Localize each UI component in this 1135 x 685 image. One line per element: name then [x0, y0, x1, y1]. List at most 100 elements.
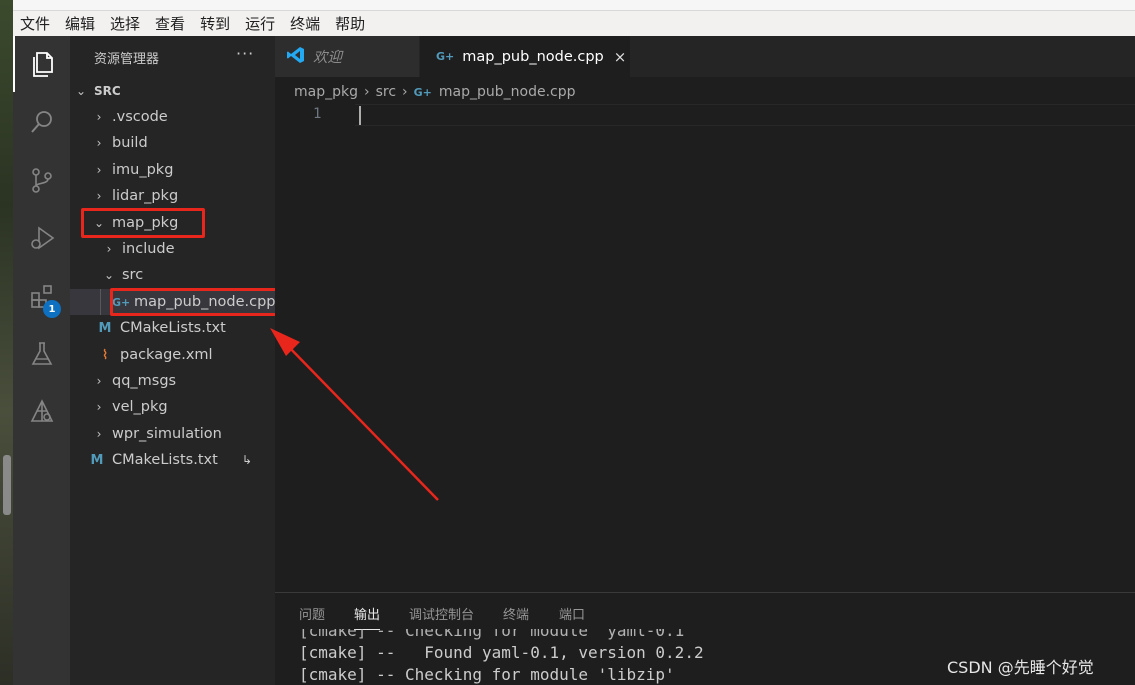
chevron-right-icon: ›	[96, 400, 102, 414]
indent-guide	[100, 289, 101, 315]
current-line-highlight	[355, 104, 1135, 126]
tab-ports[interactable]: 端口	[559, 604, 585, 623]
testing-icon	[31, 342, 52, 365]
source-control-icon	[31, 168, 52, 193]
highlight-box-map-pkg	[81, 208, 205, 238]
breadcrumb-item[interactable]: map_pkg	[294, 84, 358, 100]
tree-label: package.xml	[120, 347, 213, 363]
search-icon	[30, 111, 52, 133]
ros-activity-button[interactable]	[13, 384, 70, 440]
chevron-right-icon: ›	[96, 189, 102, 203]
tree-folder-wpr-simulation[interactable]: › wpr_simulation	[70, 421, 275, 447]
xml-file-icon: ⌇	[101, 347, 109, 363]
ros-icon	[30, 399, 53, 422]
breadcrumb-item[interactable]: src	[376, 84, 396, 100]
run-debug-activity-button[interactable]	[13, 210, 70, 266]
tab-debug-console[interactable]: 调试控制台	[409, 604, 474, 623]
run-debug-icon	[30, 226, 54, 250]
menu-file[interactable]: 文件	[13, 13, 58, 34]
tree-folder-qq-msgs[interactable]: › qq_msgs	[70, 368, 275, 394]
menu-run[interactable]: 运行	[238, 13, 283, 34]
tab-output[interactable]: 输出	[354, 604, 381, 630]
tree-label: vel_pkg	[112, 399, 168, 415]
tree-file-cmakelists-map-pkg[interactable]: M CMakeLists.txt	[70, 315, 275, 341]
tree-label: src	[122, 267, 144, 283]
line-number: 1	[313, 106, 322, 122]
menu-bar: 文件 编辑 选择 查看 转到 运行 终端 帮助	[13, 10, 1135, 36]
desktop-background	[0, 0, 13, 685]
search-activity-button[interactable]	[13, 94, 70, 150]
tree-folder-imu-pkg[interactable]: › imu_pkg	[70, 157, 275, 183]
extensions-badge: 1	[43, 300, 61, 318]
breadcrumb: map_pkg › src › G+ map_pub_node.cpp	[294, 81, 576, 103]
source-control-activity-button[interactable]	[13, 152, 70, 208]
chevron-right-icon: ›	[96, 110, 102, 124]
menu-go[interactable]: 转到	[193, 13, 238, 34]
cmake-file-icon: M	[90, 452, 104, 468]
desktop-scroll-handle	[3, 455, 11, 515]
activity-bar: 1	[13, 36, 70, 685]
tree-folder-build[interactable]: › build	[70, 130, 275, 156]
tree-folder-vel-pkg[interactable]: › vel_pkg	[70, 394, 275, 420]
close-icon[interactable]: ×	[614, 48, 627, 66]
tab-map-pub-node[interactable]: G+ map_pub_node.cpp ×	[420, 36, 630, 77]
tree-folder-include[interactable]: › include	[70, 236, 275, 262]
tree-label: wpr_simulation	[112, 426, 222, 442]
explorer-sidebar: 资源管理器 ··· ⌄ SRC › .vscode › build › imu_…	[70, 36, 276, 685]
tree-label: lidar_pkg	[112, 188, 179, 204]
tree-file-package-xml[interactable]: ⌇ package.xml	[70, 342, 275, 368]
extensions-activity-button[interactable]: 1	[13, 268, 70, 324]
testing-activity-button[interactable]	[13, 326, 70, 382]
tree-label: qq_msgs	[112, 373, 177, 389]
cpp-file-icon: G+	[413, 85, 432, 99]
tab-problems[interactable]: 问题	[299, 604, 325, 623]
vscode-logo-icon	[287, 46, 305, 68]
tab-terminal[interactable]: 终端	[503, 604, 529, 623]
breadcrumb-item[interactable]: map_pub_node.cpp	[439, 84, 576, 100]
tree-folder-vscode[interactable]: › .vscode	[70, 104, 275, 130]
menu-view[interactable]: 查看	[148, 13, 193, 34]
chevron-right-icon: ›	[96, 374, 102, 388]
tree-folder-lidar-pkg[interactable]: › lidar_pkg	[70, 183, 275, 209]
tab-welcome[interactable]: 欢迎	[275, 36, 419, 77]
window-top-strip	[13, 0, 1135, 10]
menu-edit[interactable]: 编辑	[58, 13, 103, 34]
more-actions-icon[interactable]: ···	[236, 44, 254, 63]
cpp-file-icon: G+	[436, 50, 455, 63]
tree-folder-src[interactable]: ⌄ src	[70, 262, 275, 288]
explorer-activity-button[interactable]	[13, 36, 70, 92]
chevron-right-icon: ›	[106, 242, 112, 256]
chevron-right-icon: ›	[402, 84, 408, 100]
tree-label: imu_pkg	[112, 162, 174, 178]
cmake-file-icon: M	[98, 320, 112, 336]
chevron-right-icon: ›	[96, 163, 102, 177]
files-icon	[32, 52, 53, 77]
tree-label: build	[112, 135, 148, 151]
explorer-title: 资源管理器	[94, 52, 160, 67]
tree-label: .vscode	[112, 109, 168, 125]
tree-root-label: SRC	[94, 84, 121, 98]
highlight-box-cpp-file	[110, 288, 279, 316]
tree-label: CMakeLists.txt	[112, 452, 218, 468]
symlink-icon: ↳	[242, 453, 253, 467]
menu-help[interactable]: 帮助	[328, 13, 373, 34]
editor-tab-bar: 欢迎 G+ map_pub_node.cpp ×	[275, 36, 1135, 77]
chevron-right-icon: ›	[363, 84, 370, 100]
code-editor[interactable]: 1	[275, 104, 1135, 592]
watermark: CSDN @先睡个好觉	[947, 658, 1094, 677]
tree-root-src[interactable]: ⌄ SRC	[70, 78, 275, 104]
tab-welcome-label: 欢迎	[313, 50, 342, 66]
output-line: [cmake] -- Checking for module 'libzip'	[299, 665, 675, 684]
menu-terminal[interactable]: 终端	[283, 13, 328, 34]
panel-tabs: 问题 输出 调试控制台 终端 端口	[275, 593, 1135, 633]
tab-cpp-label: map_pub_node.cpp	[462, 48, 604, 65]
menu-selection[interactable]: 选择	[103, 13, 148, 34]
tree-label: include	[122, 241, 175, 257]
chevron-down-icon: ⌄	[75, 84, 87, 98]
text-cursor	[359, 106, 361, 125]
tree-file-cmakelists-root[interactable]: M CMakeLists.txt ↳	[70, 447, 275, 473]
output-line: [cmake] -- Found yaml-0.1, version 0.2.2	[299, 643, 704, 662]
chevron-right-icon: ›	[96, 136, 102, 150]
chevron-down-icon: ⌄	[103, 268, 115, 282]
tree-label: CMakeLists.txt	[120, 320, 226, 336]
